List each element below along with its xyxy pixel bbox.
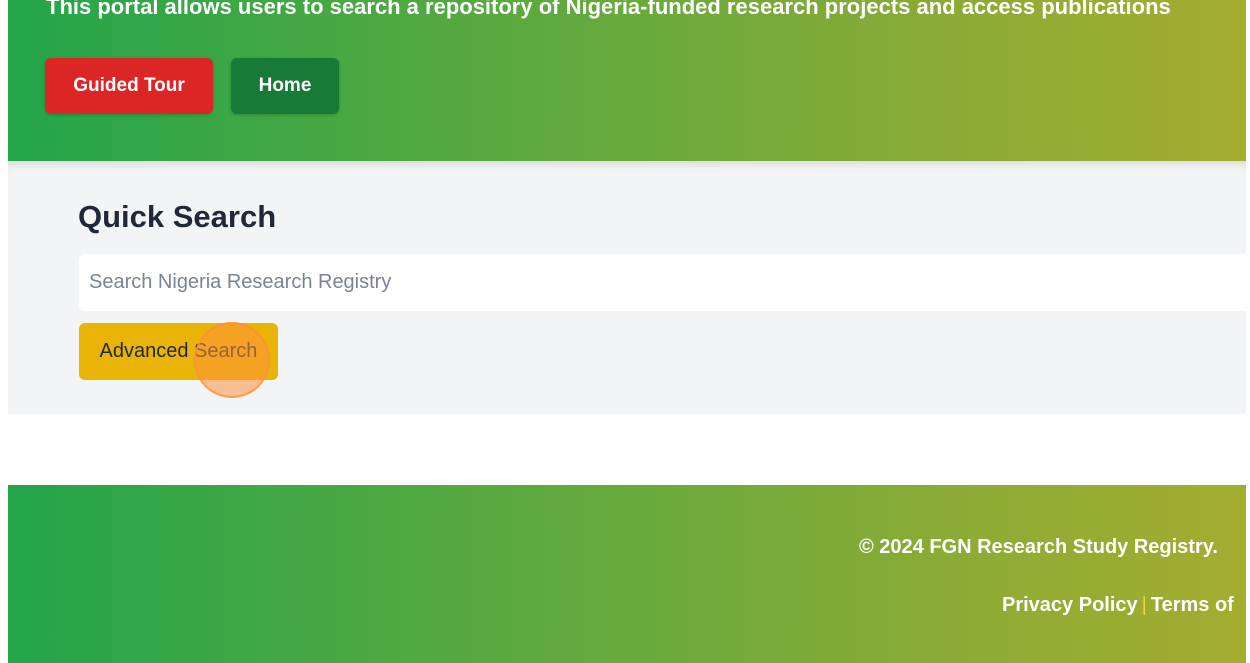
portal-description: This portal allows users to search a rep…	[46, 0, 1171, 19]
terms-link[interactable]: Terms of	[1151, 594, 1234, 616]
search-input[interactable]	[79, 254, 1246, 311]
home-button[interactable]: Home	[231, 58, 339, 114]
footer-links: Privacy Policy | Terms of	[1002, 594, 1234, 617]
copyright-text: © 2024 FGN Research Study Registry.	[859, 536, 1218, 558]
quick-search-title: Quick Search	[78, 199, 277, 234]
quick-search-section: Quick Search Advanced Search	[8, 161, 1246, 414]
advanced-search-button[interactable]: Advanced Search	[79, 323, 278, 380]
footer-separator: |	[1141, 594, 1147, 616]
hero-banner: This portal allows users to search a rep…	[8, 0, 1246, 161]
privacy-policy-link[interactable]: Privacy Policy	[1002, 594, 1138, 616]
site-footer: © 2024 FGN Research Study Registry. Priv…	[8, 485, 1246, 663]
guided-tour-button[interactable]: Guided Tour	[45, 58, 213, 114]
